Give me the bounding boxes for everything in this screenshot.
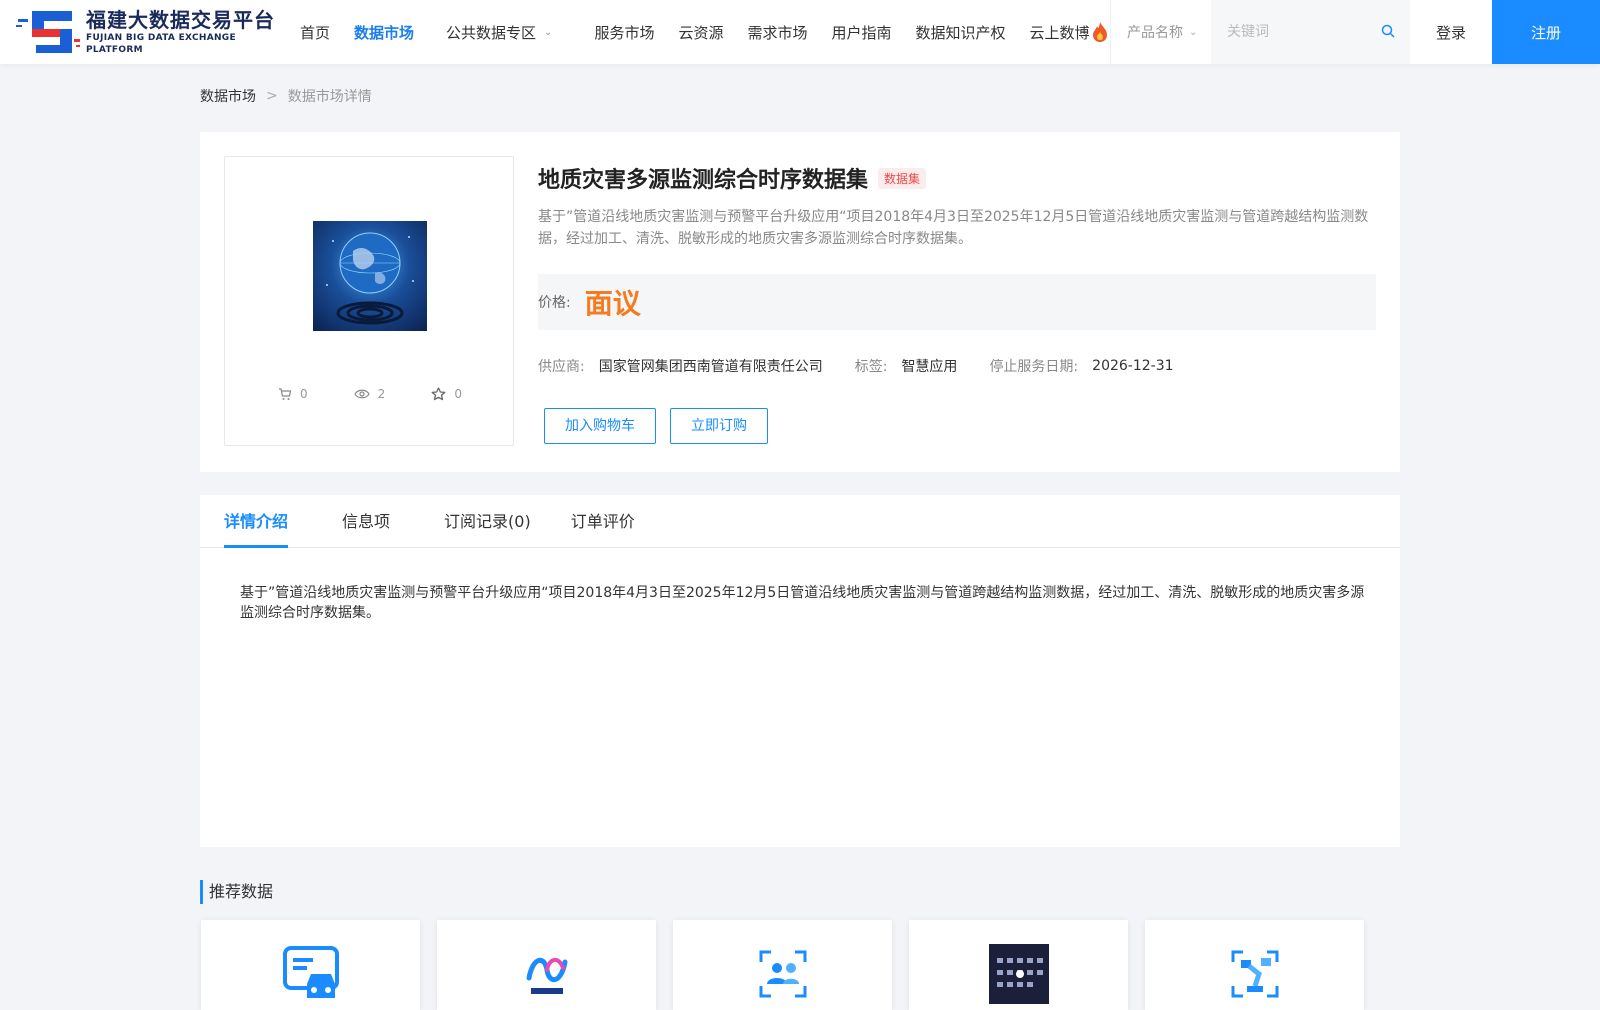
recommend-card[interactable] [909,920,1128,1010]
nav-label: 用户指南 [831,23,892,42]
search-input[interactable] [1211,24,1371,40]
cart-count: 0 [278,387,308,401]
detail-text: 基于”管道沿线地质灾害监测与预警平台升级应用“项目2018年4月3日至2025年… [240,585,1365,621]
product-actions: 加入购物车 立即订购 [544,408,782,444]
price-label: 价格: [538,295,571,311]
register-button[interactable]: 注册 [1492,0,1600,64]
search-icon[interactable] [1381,24,1395,38]
stop-date-value: 2026-12-31 [1092,358,1174,374]
breadcrumb: 数据市场 > 数据市场详情 [200,86,372,106]
product-thumbnail-box: 0 2 0 [224,156,514,446]
product-info-row: 供应商: 国家管网集团西南管道有限责任公司 标签: 智慧应用 停止服务日期: 2… [538,356,1206,376]
cart-count-value: 0 [300,387,308,401]
nav-cloud-expo[interactable]: 云上数博 [1018,0,1120,64]
view-count-value: 2 [377,387,386,401]
tab-subscription-records[interactable]: 订阅记录(0) [444,495,531,548]
brand-logo-icon [526,958,568,994]
select-label: 产品名称 [1127,25,1183,41]
product-card: 0 2 0 地质灾害多源监测综合时序数据集 数据集 基于”管道沿线地质灾害监测与… [200,132,1400,472]
nav-public-data[interactable]: 公共数据专区 ⌄ [426,0,582,64]
main-nav: 首页 数据市场 公共数据专区 ⌄ 服务市场 云资源 需求市场 用户指南 数据知识产… [288,0,1120,64]
product-image [313,221,427,331]
fire-icon [1092,22,1108,42]
add-to-cart-button[interactable]: 加入购物车 [544,408,656,444]
view-count: 2 [353,387,386,401]
recommend-card[interactable] [437,920,656,1010]
nav-label: 首页 [300,23,331,42]
detail-panel: 详情介绍 信息项 订阅记录(0) 订单评价 基于”管道沿线地质灾害监测与预警平台… [200,495,1400,847]
nav-guide[interactable]: 用户指南 [819,0,903,64]
user-scan-icon [759,950,807,998]
nav-label: 公共数据专区 [446,23,537,42]
product-stats: 0 2 0 [225,387,515,401]
star-count[interactable]: 0 [431,387,462,401]
nav-home[interactable]: 首页 [288,0,342,64]
nav-label: 数据市场 [354,23,415,42]
nav-label: 数据知识产权 [915,23,1006,42]
search-area: 产品名称 ⌄ [1110,0,1411,64]
recommend-card[interactable] [1145,920,1364,1010]
tag-label: 标签: [854,359,888,375]
recommend-title: 推荐数据 [200,880,273,904]
product-title: 地质灾害多源监测综合时序数据集 [538,168,869,193]
tab-info-items[interactable]: 信息项 [342,495,390,548]
recommend-card[interactable] [201,920,420,1010]
login-button[interactable]: 登录 [1410,0,1492,64]
logo-title: 福建大数据交易平台 [86,8,275,32]
product-description: 基于”管道沿线地质灾害监测与预警平台升级应用“项目2018年4月3日至2025年… [538,209,1369,247]
supplier-label: 供应商: [538,359,585,375]
star-icon [431,387,446,401]
chevron-down-icon: ⌄ [1189,26,1198,38]
robot-arm-icon [1231,950,1279,998]
buy-now-button[interactable]: 立即订购 [670,408,768,444]
nav-label: 服务市场 [594,23,655,42]
detail-tabs: 详情介绍 信息项 订阅记录(0) 订单评价 [200,495,1400,548]
eye-icon [353,389,370,399]
tag-value: 智慧应用 [901,359,958,375]
nav-label: 需求市场 [747,23,808,42]
stop-date-label: 停止服务日期: [989,359,1079,375]
nav-ip[interactable]: 数据知识产权 [904,0,1018,64]
tab-detail[interactable]: 详情介绍 [224,495,289,548]
breadcrumb-separator: > [266,88,278,104]
car-card-icon [283,946,339,998]
nav-demand[interactable]: 需求市场 [735,0,819,64]
nav-label: 云资源 [678,23,724,42]
price-value: 面议 [584,287,641,320]
supplier-value: 国家管网集团西南管道有限责任公司 [598,359,823,375]
star-count-value: 0 [454,387,462,401]
nav-cloud[interactable]: 云资源 [666,0,735,64]
site-logo[interactable]: 福建大数据交易平台 FUJIAN BIG DATA EXCHANGE PLATF… [16,8,282,56]
breadcrumb-home[interactable]: 数据市场 [200,86,256,106]
recommend-card[interactable] [673,920,892,1010]
logo-subtitle: FUJIAN BIG DATA EXCHANGE PLATFORM [86,33,236,55]
top-header: 福建大数据交易平台 FUJIAN BIG DATA EXCHANGE PLATF… [0,0,1600,64]
logo-mark-icon [16,9,84,55]
cart-icon [279,388,292,400]
product-type-badge: 数据集 [878,167,927,189]
product-title-row: 地质灾害多源监测综合时序数据集 数据集 [538,162,927,194]
nav-label: 云上数博 [1029,23,1090,42]
nav-service-market[interactable]: 服务市场 [582,0,666,64]
price-row: 价格: 面议 [538,274,1376,330]
breadcrumb-current: 数据市场详情 [287,89,372,105]
tab-order-reviews[interactable]: 订单评价 [571,495,635,548]
search-input-wrap [1211,0,1411,64]
nav-data-market[interactable]: 数据市场 [342,0,426,64]
search-type-select[interactable]: 产品名称 ⌄ [1111,0,1211,64]
chevron-down-icon: ⌄ [544,26,553,38]
keyboard-image-icon [989,944,1049,1004]
